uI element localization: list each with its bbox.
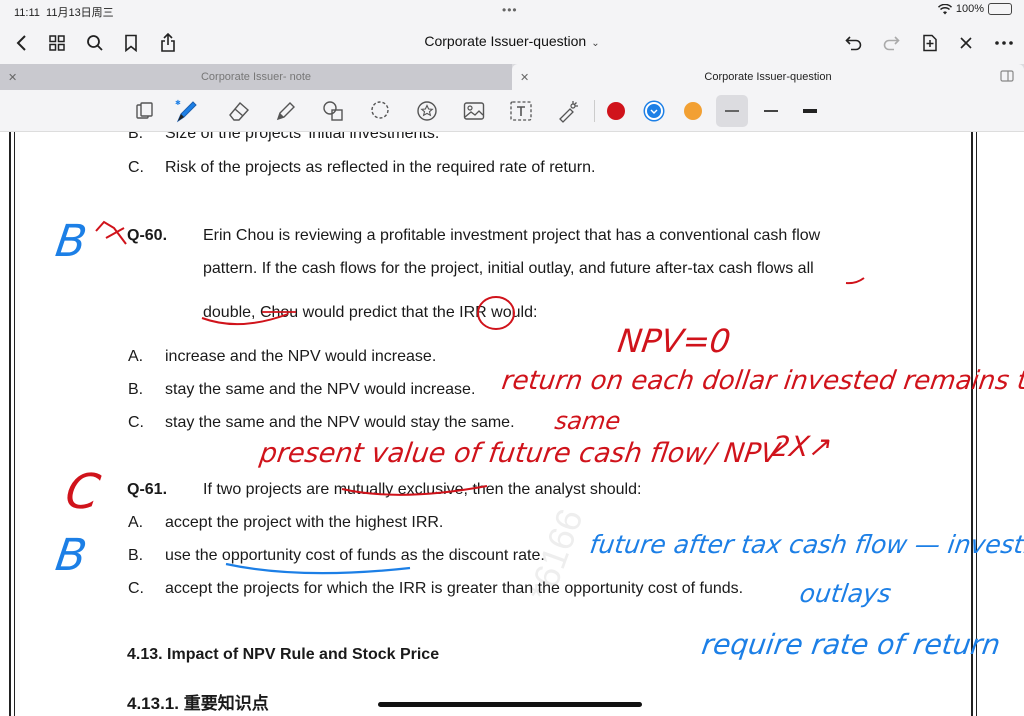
color-orange-swatch[interactable] xyxy=(684,102,702,120)
lasso-icon[interactable] xyxy=(365,96,395,126)
tab-label: Corporate Issuer-question xyxy=(704,71,832,83)
stroke-medium-option[interactable] xyxy=(755,95,787,127)
tab-close-icon[interactable]: ✕ xyxy=(520,71,529,84)
chevron-down-icon xyxy=(650,109,658,114)
home-indicator[interactable] xyxy=(378,702,642,707)
battery-percent: 100% xyxy=(955,3,984,15)
status-bar: 11:11 11月13日周三 ••• 100% xyxy=(0,0,1024,22)
status-right: 100% xyxy=(937,3,1012,15)
tab-note[interactable]: ✕ Corporate Issuer- note xyxy=(0,64,512,90)
highlighter-icon[interactable] xyxy=(271,96,301,126)
close-icon[interactable] xyxy=(953,30,979,56)
shapes-icon[interactable] xyxy=(318,96,348,126)
undo-icon[interactable] xyxy=(841,30,867,56)
sticker-icon[interactable] xyxy=(412,96,442,126)
document-page[interactable]: *6166 B. Size of the projects' initial i… xyxy=(0,132,1024,716)
laser-pointer-icon[interactable] xyxy=(553,96,583,126)
text-box-icon[interactable] xyxy=(506,96,536,126)
read-mode-icon[interactable] xyxy=(130,96,160,126)
ink-tick-mark xyxy=(95,220,127,245)
handwritten-note: future after tax cash flow — investment xyxy=(587,530,1024,559)
handwritten-mark: C xyxy=(62,464,104,520)
wifi-icon xyxy=(937,3,952,14)
ink-underline xyxy=(201,313,289,326)
handwritten-note: outlays xyxy=(797,579,894,608)
handwritten-note: return on each dollar invested remains t… xyxy=(499,366,1024,396)
status-time: 11:11 11月13日周三 xyxy=(14,7,114,19)
tab-strip: ✕ Corporate Issuer- note ✕ Corporate Iss… xyxy=(0,64,1024,90)
image-icon[interactable] xyxy=(459,96,489,126)
color-blue-swatch[interactable] xyxy=(645,102,663,120)
color-red-swatch[interactable] xyxy=(607,102,625,120)
pen-toolbar: ✱ xyxy=(0,90,1024,132)
stroke-thick-option[interactable] xyxy=(794,95,826,127)
handwritten-note: present value of future cash flow/ NPV xyxy=(257,438,782,469)
eraser-icon[interactable] xyxy=(224,96,254,126)
stroke-thin-option[interactable] xyxy=(716,95,748,127)
handwritten-note: same xyxy=(553,407,623,435)
toolbar-divider xyxy=(594,100,595,122)
top-toolbar: Corporate Issuer-question ⌄ xyxy=(0,22,1024,64)
handwritten-note: require rate of return xyxy=(699,628,1003,661)
ink-underline xyxy=(225,562,411,575)
tab-question[interactable]: ✕ Corporate Issuer-question xyxy=(512,64,1024,90)
add-page-icon[interactable] xyxy=(917,30,943,56)
redo-icon[interactable] xyxy=(878,30,904,56)
svg-text:✱: ✱ xyxy=(175,99,181,107)
document-title[interactable]: Corporate Issuer-question ⌄ xyxy=(0,33,1024,49)
ink-underline xyxy=(341,485,488,496)
battery-icon xyxy=(988,3,1012,15)
handwritten-note: 2X↗ xyxy=(769,430,835,463)
chevron-down-icon: ⌄ xyxy=(591,38,600,49)
ink-circle xyxy=(477,296,515,330)
handwritten-note: NPV=0 xyxy=(615,322,733,360)
ink-underline xyxy=(845,277,865,285)
tab-label: Corporate Issuer- note xyxy=(200,71,312,83)
tab-close-icon[interactable]: ✕ xyxy=(8,71,17,84)
multitask-dots[interactable]: ••• xyxy=(502,3,518,17)
pen-icon[interactable]: ✱ xyxy=(172,96,202,126)
more-icon[interactable] xyxy=(991,30,1017,56)
split-view-icon[interactable] xyxy=(1000,70,1014,82)
